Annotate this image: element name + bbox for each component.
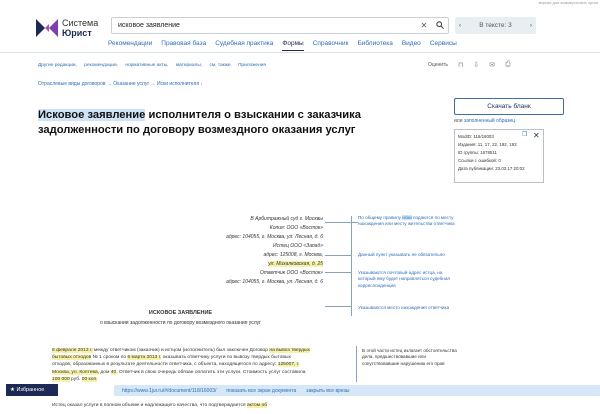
plaintiff-name: Истец ООО «Запад» xyxy=(273,243,323,249)
claim-subheading: о взыскании задолженности по договору во… xyxy=(100,320,261,326)
recipient-copy: Копия: ООО «Восток» xyxy=(269,225,323,231)
prev-hit-button[interactable]: ‹ xyxy=(459,22,461,29)
paragraph-text: дом xyxy=(99,369,111,375)
hits-count-label: В тексте: 3 xyxy=(479,22,512,29)
demo-notice: версия для коммерческих орган xyxy=(538,0,598,5)
comment-connector xyxy=(325,222,351,223)
close-icon[interactable]: ✕ xyxy=(533,131,540,140)
form-field-highlight: 100 000 xyxy=(52,376,70,382)
menu-item-reference[interactable]: Справочник xyxy=(313,40,349,51)
document-info-panel: ModID: 116/16003 Издания: 11, 17, 22, 19… xyxy=(454,129,544,183)
logo-icon xyxy=(36,19,58,37)
document-links-bar: Другие редакции, рекомендации, нормативн… xyxy=(38,63,272,68)
plaintiff-address: адрес: 125008, г. Москва, xyxy=(263,252,323,258)
show-fullscreen-link[interactable]: показать все экран документа xyxy=(226,388,296,394)
mail-icon[interactable]: ✉ xyxy=(489,61,495,69)
comment-connector xyxy=(325,272,351,273)
document-url[interactable]: https://www.1jur.ru/#/document/118/16003… xyxy=(122,388,216,394)
download-form-button[interactable]: Скачать бланк xyxy=(454,98,564,115)
doc-link-editions[interactable]: Другие редакции, xyxy=(38,63,77,68)
paragraph-text: № 1 сроком по xyxy=(91,355,128,361)
doc-link-attachments[interactable]: Приложения xyxy=(238,63,266,68)
menu-item-recommendations[interactable]: Рекомендации xyxy=(108,40,152,51)
paragraph-text: между ответчиком (заказчик) и истцом (ис… xyxy=(92,348,270,353)
main-menu: Рекомендации Правовая база Судебная прак… xyxy=(108,40,466,51)
form-field-highlight: 6 февраля 2013 г. xyxy=(52,348,93,353)
claim-paragraph-2-text: Истец оказал услуги в полном объеме и на… xyxy=(52,403,247,408)
doc-link-materials[interactable]: материалы, xyxy=(176,63,202,68)
comment-3: Указываются почтовый адрес истца, на кот… xyxy=(358,270,450,288)
download-alt-prefix: или xyxy=(454,118,464,124)
comment-1: По общему правилу иски подаются по месту… xyxy=(358,215,458,228)
claim-heading: ИСКОВОЕ ЗАЯВЛЕНИЕ xyxy=(148,310,213,316)
menu-item-services[interactable]: Сервисы xyxy=(430,40,457,51)
comment-2: Данный пункт указывать не обязательно xyxy=(358,252,445,257)
recipient-copy-address: адрес: 104055, г. Москва, ул. Лесная, д.… xyxy=(226,234,323,240)
download-alt: или заполненный образец xyxy=(454,118,515,124)
comments-bracket xyxy=(351,216,352,316)
defendant-name: Ответчик ООО «Восток» xyxy=(259,270,323,276)
comment-circumstances: В этой части истец излагает обстоятельст… xyxy=(362,348,457,366)
page-title: Исковое заявление исполнителя о взыскани… xyxy=(38,108,428,138)
favorites-button[interactable]: ★ Избранное xyxy=(6,384,58,396)
close-insets-link[interactable]: закрыть все врезы xyxy=(306,388,349,394)
breadcrumb[interactable]: Отраслевые виды договоров → Оказание усл… xyxy=(38,81,203,87)
doc-link-acts[interactable]: нормативные акты, xyxy=(125,63,168,68)
comment-1-pre: По общему правилу xyxy=(358,215,403,220)
comment-connector xyxy=(325,255,351,256)
comment-1-highlight: иски xyxy=(402,215,412,220)
paragraph-text: руб. xyxy=(69,376,82,382)
form-field-highlight: 00 коп. xyxy=(81,376,98,382)
comment-4: Указываются место нахождения ответчика xyxy=(358,305,450,310)
document-link-bar: https://www.1jur.ru/#/document/118/16003… xyxy=(114,385,600,396)
defendant-address: адрес: 104055, г. Москва, ул. Лесная, д.… xyxy=(226,279,323,285)
clear-icon[interactable]: ✕ xyxy=(416,21,432,30)
menu-item-forms[interactable]: Формы xyxy=(282,40,304,51)
info-errors: Ссылки с ошибкой: 0 xyxy=(458,158,501,163)
menu-item-court-practice[interactable]: Судебная практика xyxy=(215,40,273,51)
title-search-highlight: Исковое заявление xyxy=(38,109,146,121)
info-published: Дата публикации: 23.03.17 20:02 xyxy=(458,166,525,171)
search-box[interactable]: исковое заявление ✕ xyxy=(111,17,449,34)
next-hit-button[interactable]: › xyxy=(530,22,532,29)
document-tools: Оценить ⊓ ⇩ ✉ ⎙ xyxy=(428,61,511,69)
claim-paragraph-2-highlight: актом об xyxy=(246,403,267,408)
download-icon[interactable]: ⇩ xyxy=(473,61,479,69)
info-group: ID группы: 1678511 xyxy=(458,150,497,155)
menu-item-video[interactable]: Видео xyxy=(402,40,421,51)
claim-paragraph-2: Истец оказал услуги в полном объеме и на… xyxy=(52,403,267,408)
claim-paragraph-1: 6 февраля 2013 г. между ответчиком (зака… xyxy=(52,347,311,383)
filled-sample-link[interactable]: заполненный образец xyxy=(464,118,515,124)
menu-item-legal-base[interactable]: Правовая база xyxy=(161,40,206,51)
doc-link-recommendations[interactable]: рекомендации, xyxy=(84,63,118,68)
paragraph-text: . Ответчик в свою очередь обязан оплатит… xyxy=(116,369,306,375)
info-editions: Издания: 11, 17, 22, 192, 193 xyxy=(458,142,517,147)
plaintiff-address-street: ул. Михалковская, д. 25 xyxy=(268,261,323,267)
comments-bracket-2 xyxy=(356,346,357,382)
search-input[interactable]: исковое заявление xyxy=(112,22,416,29)
search-hits-navigator: ‹ В тексте: 3 › xyxy=(455,17,536,34)
logo-line2: Юрист xyxy=(62,28,92,38)
print-icon[interactable]: ⎙ xyxy=(505,61,511,69)
rate-label[interactable]: Оценить xyxy=(428,62,448,68)
info-modid: ModID: 116/16003 xyxy=(458,134,494,139)
doc-link-see-also[interactable]: см. также xyxy=(209,63,230,68)
search-icon[interactable] xyxy=(432,20,448,31)
header-divider xyxy=(0,52,600,53)
copy-icon[interactable]: ❐ xyxy=(522,131,527,138)
recipient-court: В Арбитражный суд г. Москвы xyxy=(250,216,323,222)
form-field-highlight: 6 марта 2013 г. xyxy=(127,355,162,361)
bookmark-icon[interactable]: ⊓ xyxy=(458,61,463,69)
menu-item-library[interactable]: Библиотека xyxy=(357,40,392,51)
comment-connector xyxy=(325,306,351,307)
logo-line1: Система xyxy=(62,18,99,28)
logo[interactable]: Система Юрист xyxy=(36,18,98,38)
